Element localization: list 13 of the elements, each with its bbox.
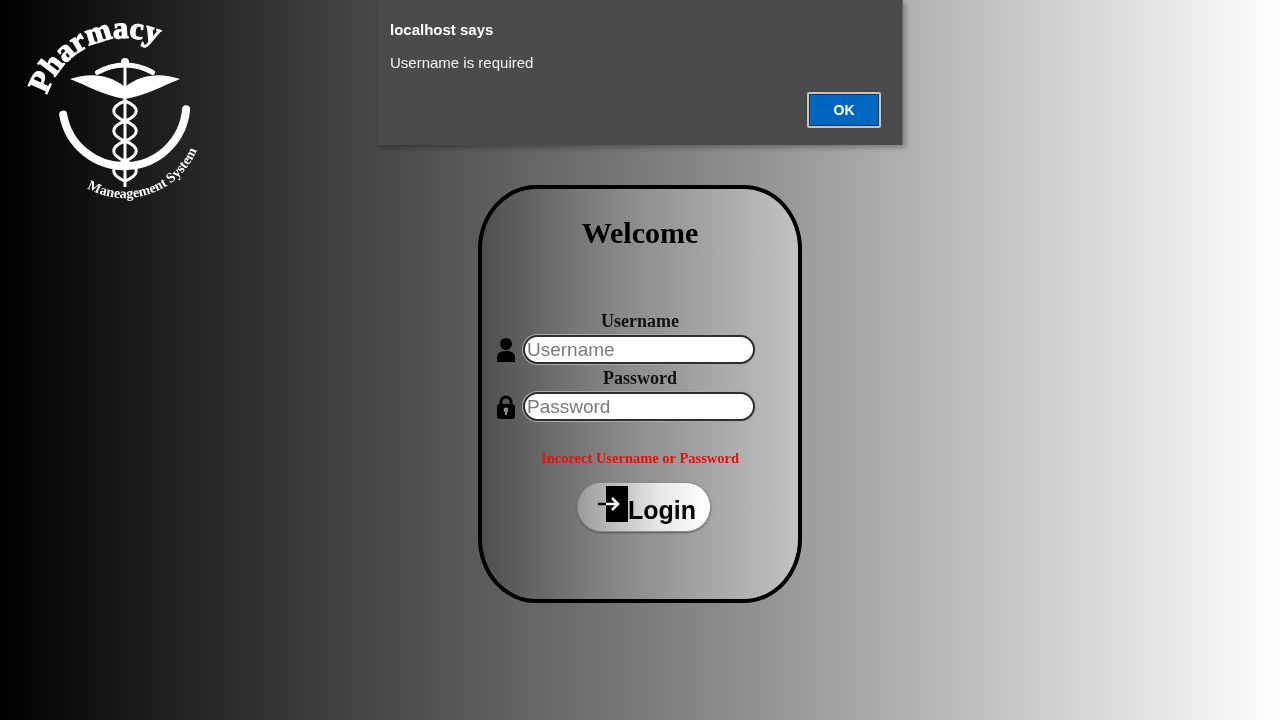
error-message: Incorect Username or Password — [541, 449, 739, 467]
login-button[interactable]: Login — [577, 482, 711, 532]
field-label: Password — [602, 368, 678, 388]
dialog-message: Username is required — [390, 54, 535, 72]
ok-button[interactable]: OK — [807, 92, 881, 128]
person-icon — [497, 337, 515, 362]
dialog-title: localhost says — [390, 21, 495, 39]
welcome-heading: Welcome — [581, 216, 699, 250]
door-arrow-icon — [598, 486, 628, 522]
username-field[interactable]: Username — [523, 335, 755, 364]
password-field[interactable]: Password — [523, 392, 755, 421]
field-label: Username — [600, 311, 680, 331]
lock-icon — [497, 394, 515, 419]
